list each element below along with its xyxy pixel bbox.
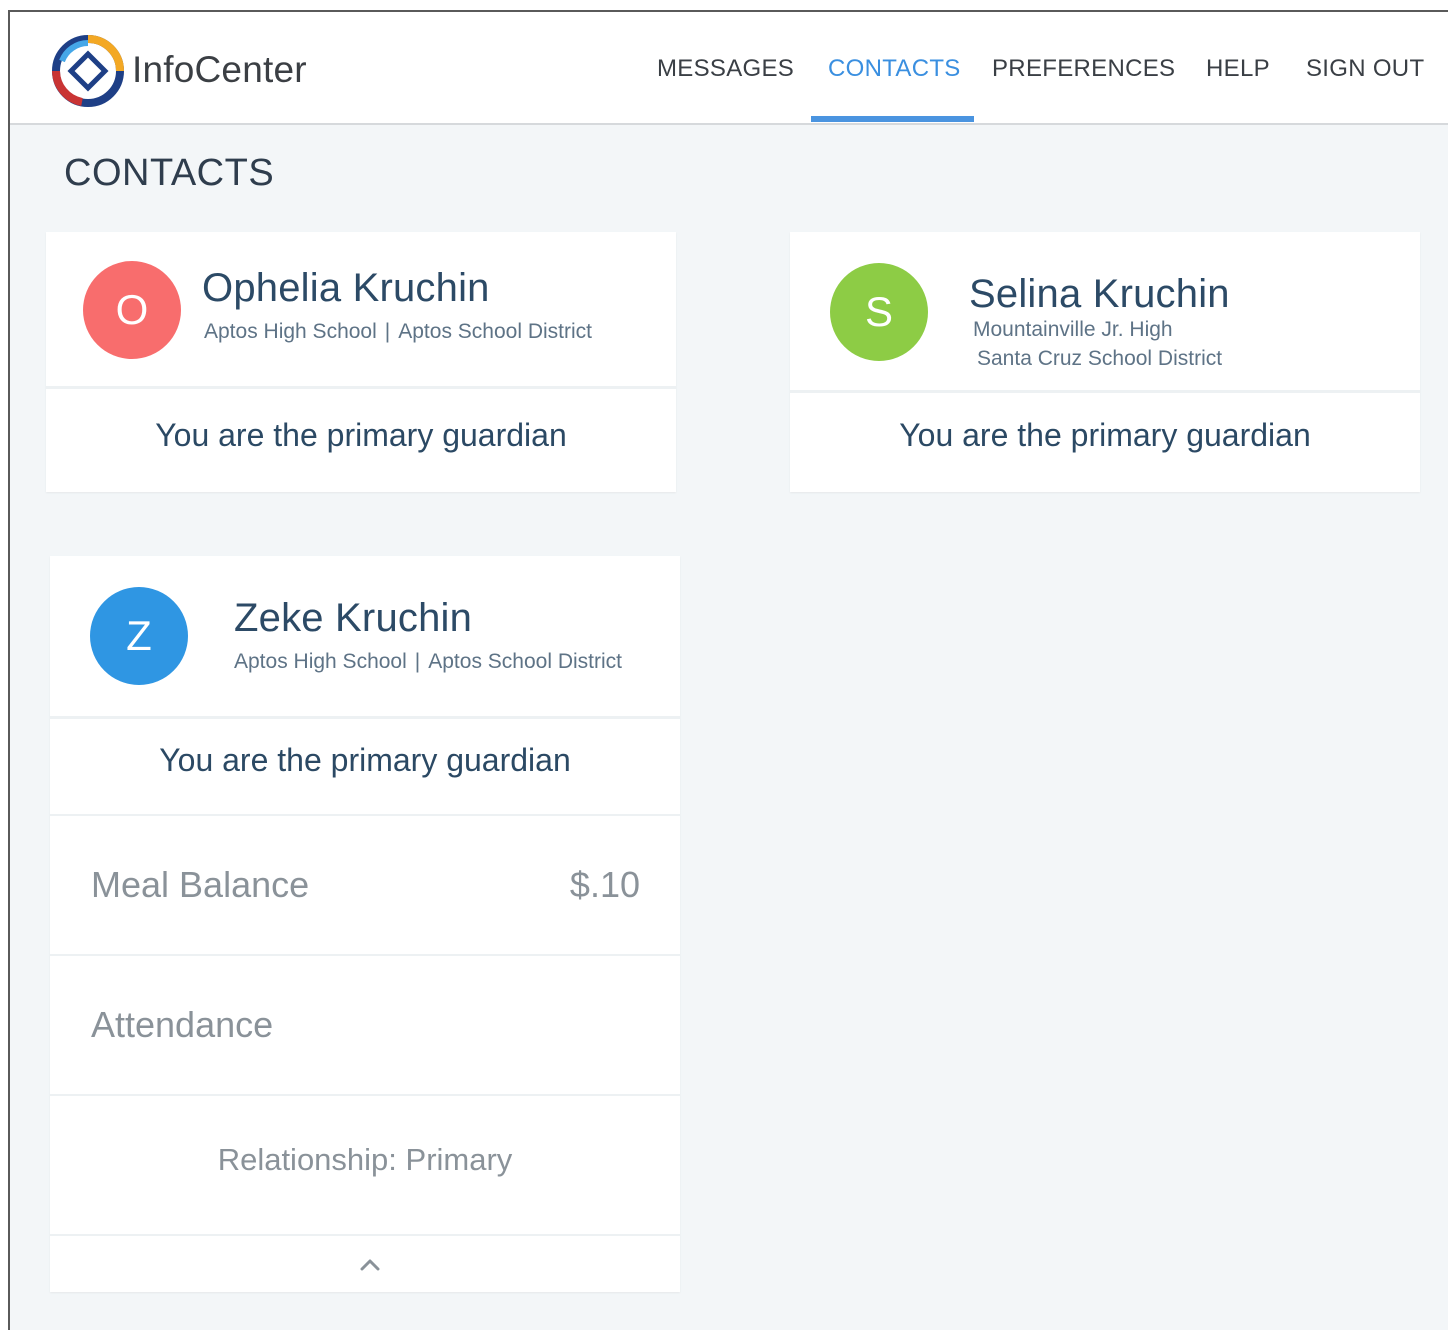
contact-card-header: O Ophelia Kruchin Aptos High School | Apto… — [46, 232, 676, 389]
school-name: Mountainville Jr. High — [973, 318, 1173, 341]
contact-card-header: S Selina Kruchin Mountainville Jr. High … — [790, 232, 1420, 393]
nav-sign-out[interactable]: SIGN OUT — [1306, 55, 1424, 83]
school-district-line: Aptos High School | Aptos School District — [204, 320, 592, 344]
school-name: Aptos High School — [204, 320, 377, 343]
separator: | — [384, 320, 391, 343]
contact-card-selina[interactable]: S Selina Kruchin Mountainville Jr. High … — [790, 232, 1420, 492]
page-title: CONTACTS — [64, 152, 275, 194]
nav-help[interactable]: HELP — [1206, 55, 1270, 83]
district-name: Santa Cruz School District — [977, 347, 1223, 370]
avatar: Z — [90, 587, 188, 685]
contact-name[interactable]: Selina Kruchin — [969, 272, 1230, 317]
school-name: Aptos High School — [234, 650, 407, 673]
separator: | — [414, 650, 421, 673]
guardian-status: You are the primary guardian — [159, 742, 571, 778]
relationship-row: Relationship: Primary — [50, 1094, 680, 1234]
contact-card-header: Z Zeke Kruchin Aptos High School | Aptos S… — [50, 556, 680, 719]
meal-balance-row[interactable]: Meal Balance $.10 — [50, 814, 680, 954]
contact-name[interactable]: Zeke Kruchin — [234, 596, 472, 641]
active-tab-indicator — [811, 116, 974, 122]
nav-contacts[interactable]: CONTACTS — [828, 55, 961, 83]
relationship-text: Relationship: Primary — [217, 1142, 513, 1177]
chevron-up-icon[interactable] — [359, 1254, 381, 1276]
meal-balance-value: $.10 — [569, 864, 640, 905]
infocenter-logo[interactable] — [52, 35, 124, 107]
avatar: S — [830, 263, 928, 361]
nav-preferences[interactable]: PREFERENCES — [992, 55, 1175, 83]
attendance-label: Attendance — [91, 1004, 274, 1045]
school-district-line: Aptos High School | Aptos School District — [234, 650, 622, 674]
contact-card-ophelia[interactable]: O Ophelia Kruchin Aptos High School | Apto… — [46, 232, 676, 492]
app-brand: InfoCenter — [132, 49, 307, 90]
district-name: Aptos School District — [428, 650, 622, 673]
avatar: O — [83, 261, 181, 359]
meal-balance-label: Meal Balance — [91, 864, 310, 905]
contact-name[interactable]: Ophelia Kruchin — [202, 266, 490, 311]
contact-card-zeke[interactable]: Z Zeke Kruchin Aptos High School | Aptos S… — [50, 556, 680, 1292]
app-window: InfoCenter MESSAGES CONTACTS PREFERENCES… — [8, 10, 1448, 1330]
district-name: Aptos School District — [398, 320, 592, 343]
collapse-row[interactable] — [50, 1234, 680, 1292]
guardian-status: You are the primary guardian — [155, 417, 567, 453]
nav-messages[interactable]: MESSAGES — [657, 55, 794, 83]
guardian-status: You are the primary guardian — [899, 417, 1311, 453]
top-header: InfoCenter MESSAGES CONTACTS PREFERENCES… — [10, 12, 1448, 125]
attendance-row[interactable]: Attendance — [50, 954, 680, 1094]
